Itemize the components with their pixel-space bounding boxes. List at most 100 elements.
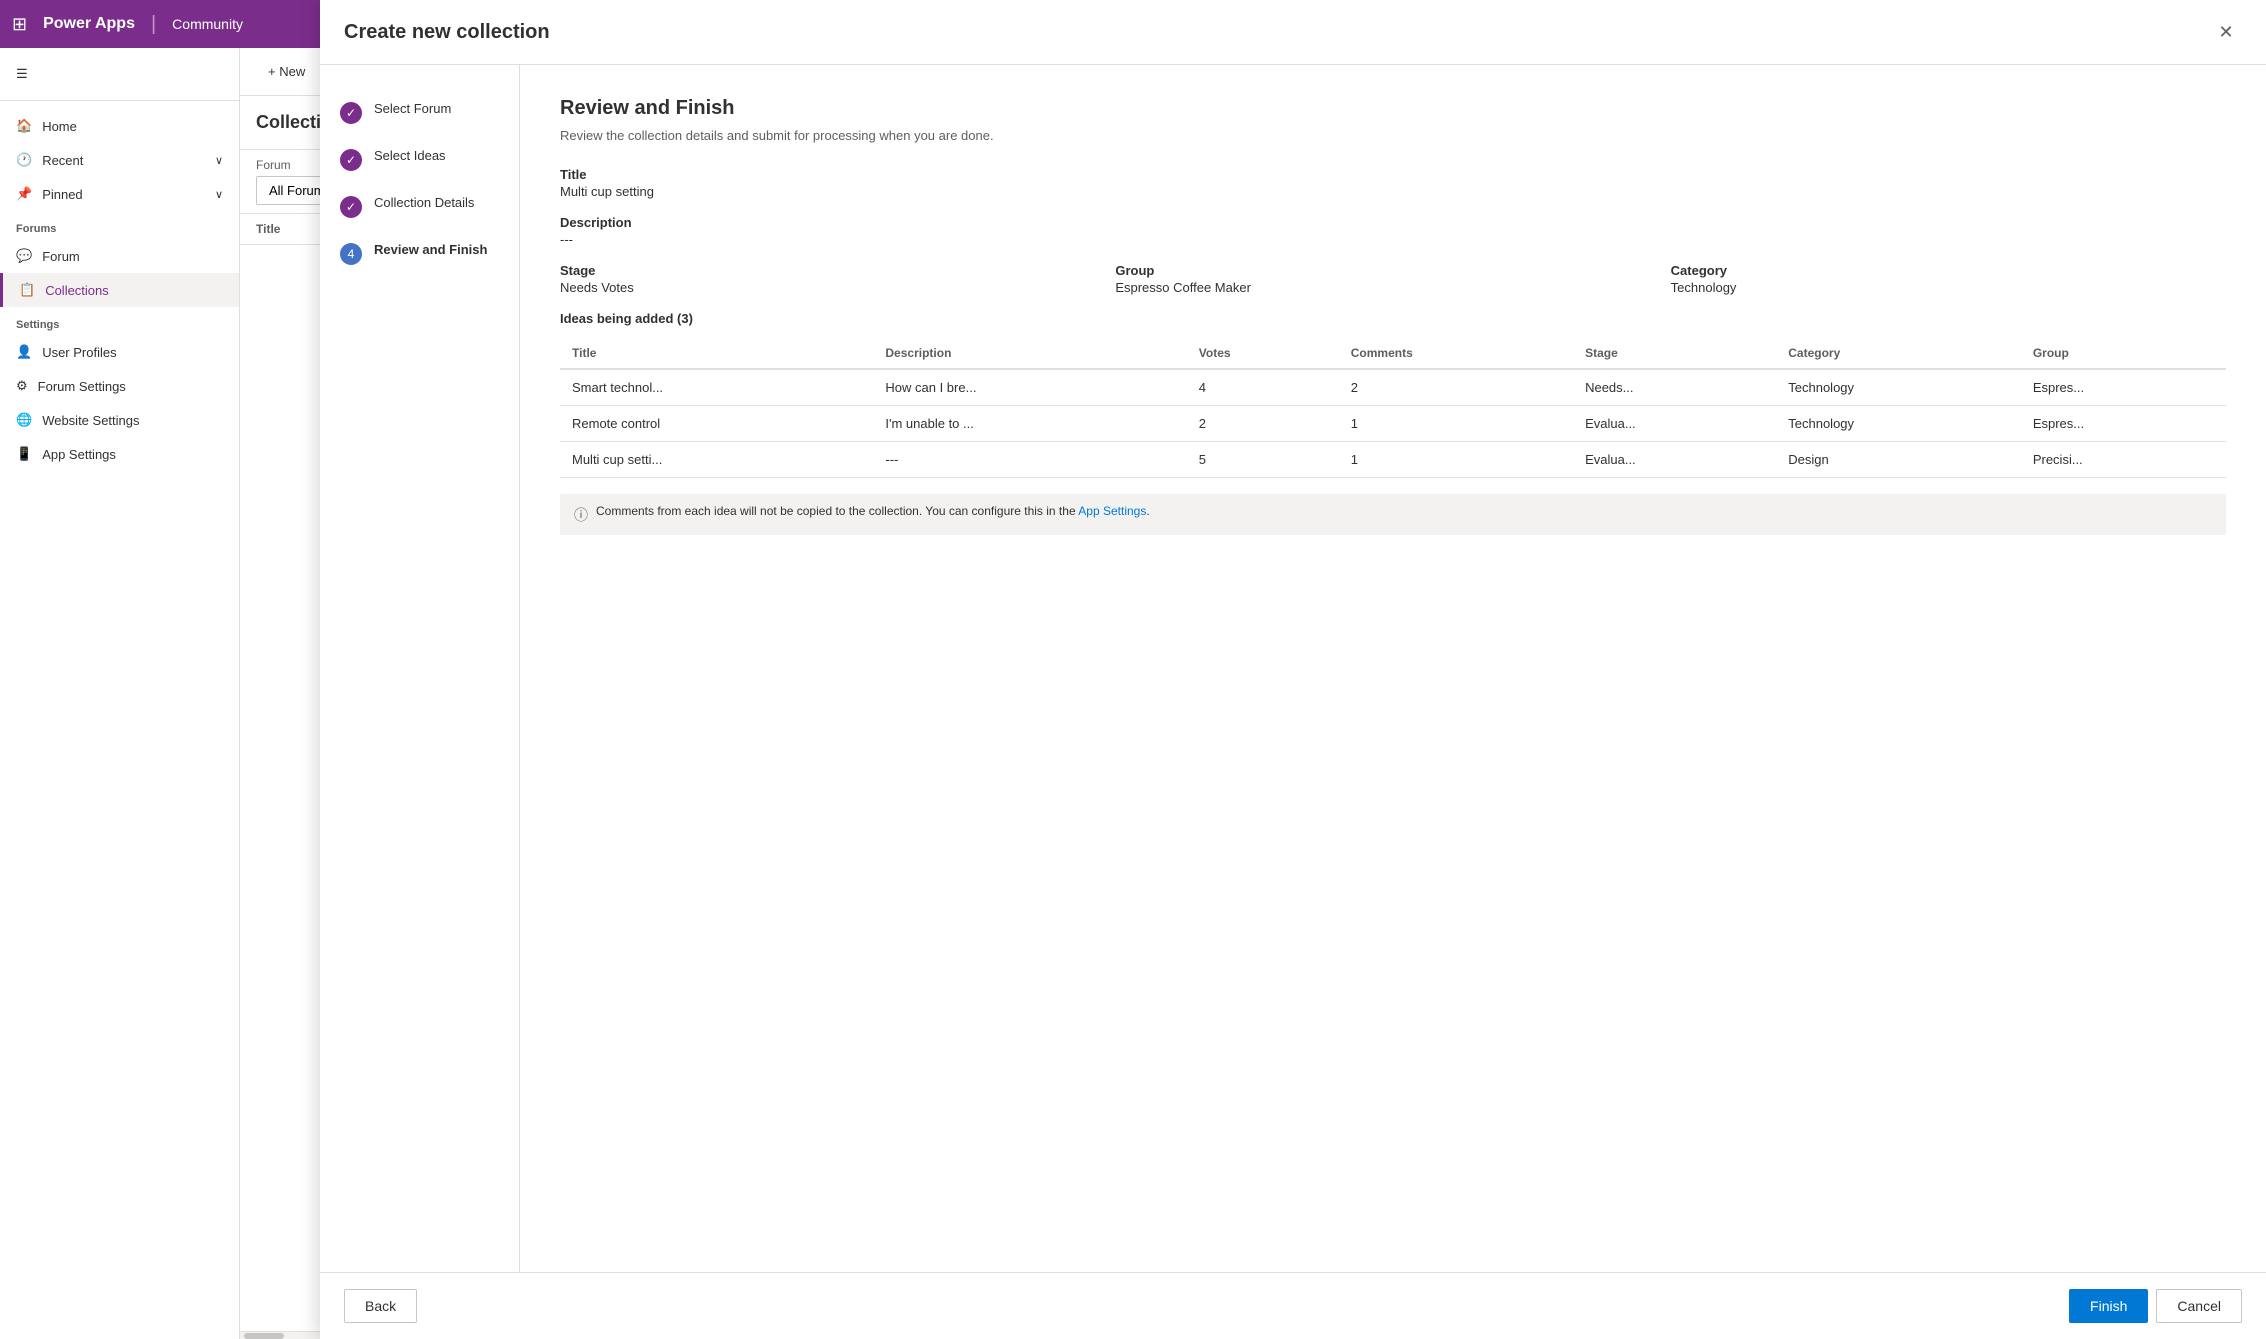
cell-group: Espres...	[2021, 369, 2226, 406]
sidebar-item-recent[interactable]: 🕐 Recent ∨	[0, 143, 239, 177]
col-header-description: Description	[873, 338, 1186, 369]
create-collection-modal: Create new collection ✕ ✓ Select Forum ✓…	[320, 96, 2266, 1339]
sidebar-item-label: User Profiles	[42, 345, 116, 360]
title-value: Multi cup setting	[560, 184, 2226, 199]
cell-group: Espres...	[2021, 406, 2226, 442]
wizard-step-collection-details[interactable]: ✓ Collection Details	[320, 183, 519, 230]
category-value: Technology	[1671, 280, 2226, 295]
chevron-down-icon: ∨	[215, 188, 223, 201]
finish-button[interactable]: Finish	[2069, 1289, 2148, 1323]
forums-section-header: Forums	[0, 211, 239, 239]
col-header-category: Category	[1776, 338, 2021, 369]
cell-comments: 2	[1339, 369, 1573, 406]
sidebar-item-forum-settings[interactable]: ⚙ Forum Settings	[0, 369, 239, 403]
cell-votes: 5	[1187, 442, 1339, 478]
info-notice: ⓘ Comments from each idea will not be co…	[560, 494, 2226, 535]
info-icon: ⓘ	[574, 505, 588, 525]
cell-title: Multi cup setti...	[560, 442, 873, 478]
app-settings-link[interactable]: App Settings	[1078, 504, 1146, 518]
sidebar-item-label: Recent	[42, 153, 83, 168]
collections-icon: 📋	[19, 282, 35, 298]
cell-votes: 2	[1187, 406, 1339, 442]
step-circle-1: ✓	[340, 102, 362, 124]
review-subtitle: Review the collection details and submit…	[560, 128, 2226, 143]
sidebar-item-label: Home	[42, 119, 77, 134]
cell-stage: Needs...	[1573, 369, 1776, 406]
gear-icon: ⚙	[16, 378, 28, 394]
cell-comments: 1	[1339, 442, 1573, 478]
sidebar-item-label: Website Settings	[42, 413, 139, 428]
sidebar-item-pinned[interactable]: 📌 Pinned ∨	[0, 177, 239, 211]
forum-icon: 💬	[16, 248, 32, 264]
wizard-step-select-forum[interactable]: ✓ Select Forum	[320, 96, 519, 136]
settings-section-header: Settings	[0, 307, 239, 335]
description-label: Description	[560, 215, 2226, 230]
recent-icon: 🕐	[16, 152, 32, 168]
cell-comments: 1	[1339, 406, 1573, 442]
cell-votes: 4	[1187, 369, 1339, 406]
wizard-steps: ✓ Select Forum ✓ Select Ideas ✓ Collecti…	[320, 96, 520, 1272]
content-area: + New ↻ Refresh Collections Forum All Fo…	[240, 48, 2266, 1339]
description-value: ---	[560, 232, 2226, 247]
sidebar-item-user-profiles[interactable]: 👤 User Profiles	[0, 335, 239, 369]
cell-description: ---	[873, 442, 1186, 478]
col-header-stage: Stage	[1573, 338, 1776, 369]
col-header-group: Group	[2021, 338, 2226, 369]
sidebar-item-home[interactable]: 🏠 Home	[0, 109, 239, 143]
wizard-step-select-ideas[interactable]: ✓ Select Ideas	[320, 136, 519, 183]
table-row: Multi cup setti...---51Evalua...DesignPr…	[560, 442, 2226, 478]
category-label: Category	[1671, 263, 2226, 278]
cell-category: Technology	[1776, 406, 2021, 442]
step-circle-3: ✓	[340, 196, 362, 218]
grid-icon[interactable]: ⊞	[12, 14, 27, 35]
wizard-content: Review and Finish Review the collection …	[520, 96, 2266, 1272]
title-label: Title	[560, 167, 2226, 182]
scrollbar-thumb	[244, 1333, 284, 1339]
cell-category: Technology	[1776, 369, 2021, 406]
cell-title: Smart technol...	[560, 369, 873, 406]
pin-icon: 📌	[16, 186, 32, 202]
wizard-step-review-finish[interactable]: 4 Review and Finish	[320, 230, 519, 277]
step-label-1: Select Forum	[374, 101, 451, 116]
modal-footer: Back Finish Cancel	[320, 1272, 2266, 1339]
review-title: Review and Finish	[560, 97, 2226, 120]
cancel-button[interactable]: Cancel	[2156, 1289, 2242, 1323]
globe-icon: 🌐	[16, 412, 32, 428]
cell-description: I'm unable to ...	[873, 406, 1186, 442]
sidebar: ☰ 🏠 Home 🕐 Recent ∨ 📌 Pinned ∨ Forums 💬 …	[0, 48, 240, 1339]
stage-label: Stage	[560, 263, 1115, 278]
col-header-title: Title	[560, 338, 873, 369]
hamburger-button[interactable]: ☰	[0, 56, 239, 92]
sidebar-item-label: Forum Settings	[38, 379, 126, 394]
new-button[interactable]: + New	[256, 58, 317, 85]
step-label-4: Review and Finish	[374, 242, 487, 257]
chevron-down-icon: ∨	[215, 154, 223, 167]
notice-text: Comments from each idea will not be copi…	[596, 504, 1150, 518]
step-circle-4: 4	[340, 243, 362, 265]
step-label-2: Select Ideas	[374, 148, 446, 163]
step-label-3: Collection Details	[374, 195, 474, 210]
sidebar-item-label: App Settings	[42, 447, 116, 462]
sidebar-item-collections[interactable]: 📋 Collections	[0, 273, 239, 307]
separator: |	[151, 13, 156, 36]
stage-value: Needs Votes	[560, 280, 1115, 295]
community-label: Community	[172, 16, 243, 32]
sidebar-item-label: Collections	[45, 283, 109, 298]
table-row: Remote controlI'm unable to ...21Evalua.…	[560, 406, 2226, 442]
sidebar-item-label: Forum	[42, 249, 80, 264]
sidebar-item-app-settings[interactable]: 📱 App Settings	[0, 437, 239, 471]
cell-description: How can I bre...	[873, 369, 1186, 406]
cell-group: Precisi...	[2021, 442, 2226, 478]
hamburger-icon: ☰	[16, 66, 28, 82]
cell-title: Remote control	[560, 406, 873, 442]
user-icon: 👤	[16, 344, 32, 360]
cell-category: Design	[1776, 442, 2021, 478]
sidebar-item-label: Pinned	[42, 187, 82, 202]
home-icon: 🏠	[16, 118, 32, 134]
group-value: Espresso Coffee Maker	[1115, 280, 1670, 295]
sidebar-item-forum[interactable]: 💬 Forum	[0, 239, 239, 273]
table-row: Smart technol...How can I bre...42Needs.…	[560, 369, 2226, 406]
back-button[interactable]: Back	[344, 1289, 417, 1323]
sidebar-item-website-settings[interactable]: 🌐 Website Settings	[0, 403, 239, 437]
group-label: Group	[1115, 263, 1670, 278]
